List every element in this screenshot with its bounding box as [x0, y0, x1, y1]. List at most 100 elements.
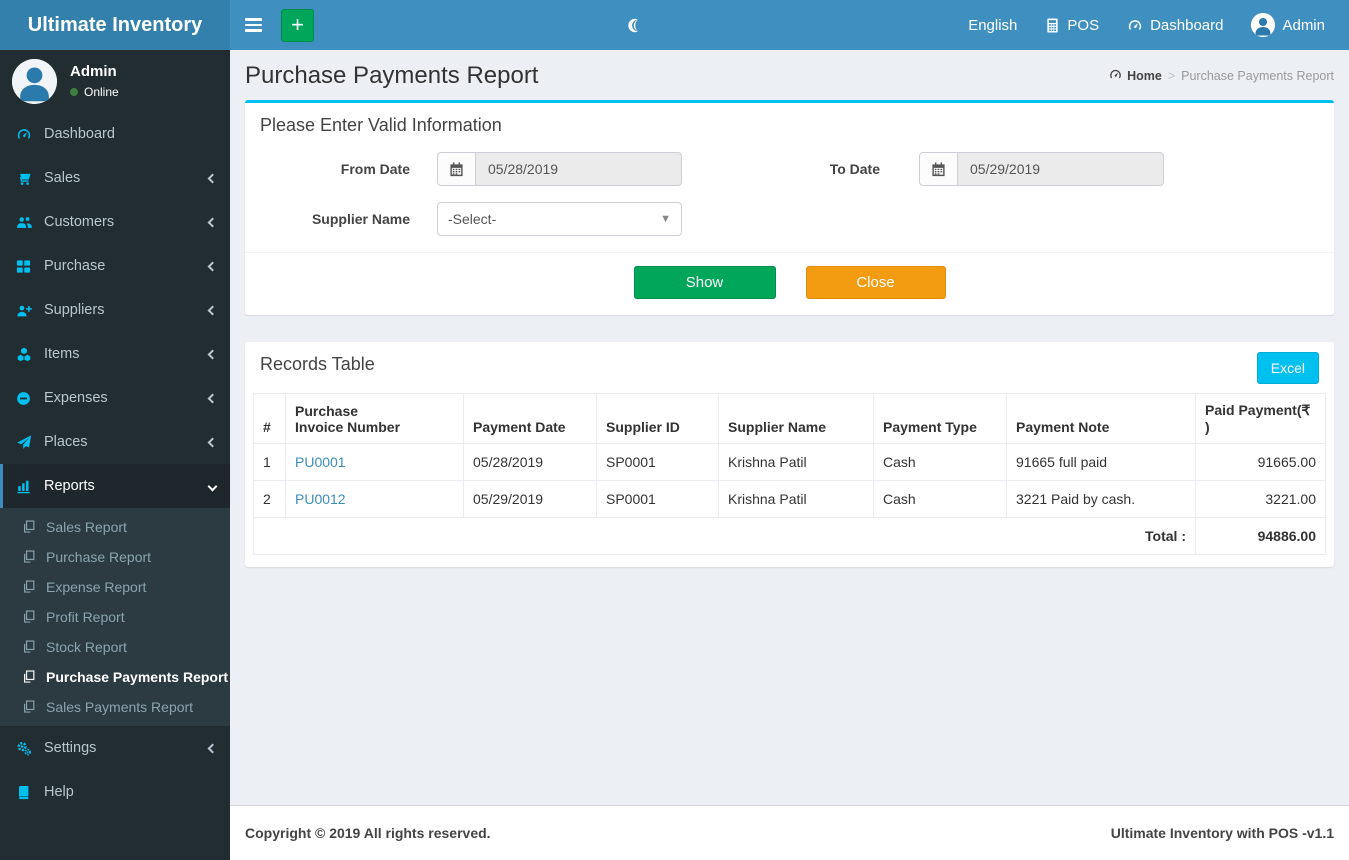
- sidebar-item-label: Items: [44, 346, 80, 362]
- from-date-input[interactable]: [475, 152, 682, 186]
- sidebar-toggle-icon[interactable]: [230, 0, 277, 50]
- breadcrumb-current: Purchase Payments Report: [1181, 69, 1334, 83]
- gauge-icon: [1127, 18, 1143, 33]
- chevron-left-icon: [207, 305, 218, 315]
- sidebar-subitem-label: Profit Report: [46, 609, 125, 625]
- sidebar-item-suppliers[interactable]: Suppliers: [0, 288, 230, 332]
- cell-payment-type: Cash: [873, 443, 1007, 481]
- nav-pos[interactable]: POS: [1031, 0, 1113, 50]
- from-date-label: From Date: [340, 161, 410, 177]
- col-header-supplier-name: Supplier Name: [718, 393, 874, 444]
- app-logo[interactable]: Ultimate Inventory: [0, 0, 230, 50]
- sidebar-item-label: Places: [44, 434, 88, 450]
- sidebar-subitem-label: Stock Report: [46, 639, 127, 655]
- sidebar-item-label: Suppliers: [44, 302, 105, 318]
- breadcrumb-home[interactable]: Home: [1109, 68, 1162, 84]
- sidebar-submenu: Sales Report Purchase Report Expense Repor…: [0, 508, 230, 726]
- sidebar: Admin Online Dashboard Sales Customers Purc…: [0, 50, 230, 860]
- supplier-select[interactable]: -Select- ▼: [437, 202, 682, 236]
- sidebar-user-status[interactable]: Online: [70, 85, 119, 99]
- copy-icon: [22, 580, 37, 594]
- records-table: # Purchase Invoice Number Payment Date Supp…: [253, 393, 1326, 555]
- navbar-right: English POS Dashboard Admin: [954, 0, 1339, 50]
- crescent-moon-icon[interactable]: [627, 17, 642, 34]
- online-dot-icon: [70, 88, 78, 96]
- footer-copyright: Copyright © 2019 All rights reserved.: [245, 825, 491, 841]
- gears-icon: [16, 741, 33, 756]
- show-button[interactable]: Show: [633, 266, 776, 299]
- bar-chart-icon: [16, 479, 33, 494]
- sidebar-subitem-expense-report[interactable]: Expense Report: [0, 572, 230, 602]
- chevron-left-icon: [207, 217, 218, 227]
- close-button[interactable]: Close: [805, 266, 946, 299]
- invoice-link[interactable]: PU0012: [295, 491, 346, 507]
- to-date-input[interactable]: [957, 152, 1164, 186]
- user-avatar-icon[interactable]: [12, 58, 57, 104]
- sidebar-menu: Dashboard Sales Customers Purchase Suppliers…: [0, 112, 230, 814]
- sidebar-subitem-stock-report[interactable]: Stock Report: [0, 632, 230, 662]
- sidebar-subitem-purchase-payments-report[interactable]: Purchase Payments Report: [0, 662, 230, 692]
- to-date-label: To Date: [829, 161, 880, 177]
- chevron-down-icon: [207, 481, 218, 491]
- sidebar-item-expenses[interactable]: Expenses: [0, 376, 230, 420]
- cell-num: 1: [253, 443, 286, 481]
- invoice-link[interactable]: PU0001: [295, 454, 346, 470]
- navbar: + English POS Dashboard Admin: [230, 0, 1349, 50]
- table-header-row: # Purchase Invoice Number Payment Date Supp…: [253, 393, 1326, 444]
- sidebar-subitem-sales-report[interactable]: Sales Report: [0, 512, 230, 542]
- sidebar-subitem-purchase-report[interactable]: Purchase Report: [0, 542, 230, 572]
- cell-paid-payment: 3221.00: [1195, 480, 1326, 518]
- sidebar-item-label: Settings: [44, 740, 97, 756]
- excel-export-button[interactable]: Excel: [1256, 352, 1319, 384]
- calendar-icon: [919, 152, 957, 186]
- sidebar-item-reports[interactable]: Reports: [0, 464, 230, 508]
- sidebar-item-label: Reports: [44, 478, 95, 494]
- quick-add-button[interactable]: +: [281, 8, 314, 42]
- sidebar-item-help[interactable]: Help: [0, 770, 230, 814]
- supplier-name-label: Supplier Name: [311, 211, 410, 227]
- sidebar-subitem-profit-report[interactable]: Profit Report: [0, 602, 230, 632]
- chevron-left-icon: [207, 349, 218, 359]
- calculator-icon: [1045, 17, 1060, 33]
- sidebar-item-sales[interactable]: Sales: [0, 156, 230, 200]
- sidebar-subitem-label: Purchase Report: [46, 549, 152, 565]
- sidebar-item-label: Expenses: [44, 390, 108, 406]
- sidebar-subitem-label: Purchase Payments Report: [46, 669, 229, 685]
- sidebar-item-dashboard[interactable]: Dashboard: [0, 112, 230, 156]
- chevron-left-icon: [207, 437, 218, 447]
- cell-invoice: PU0012: [285, 480, 464, 518]
- cubes-icon: [16, 347, 33, 362]
- sidebar-item-items[interactable]: Items: [0, 332, 230, 376]
- footer-version: Ultimate Inventory with POS -v1.1: [1110, 825, 1334, 841]
- total-label: Total :: [253, 517, 1196, 555]
- nav-language[interactable]: English: [954, 0, 1031, 50]
- records-card: Records Table Excel # Purchase Invoice Nu…: [245, 342, 1334, 567]
- cart-icon: [16, 171, 33, 186]
- sidebar-subitem-label: Sales Report: [46, 519, 127, 535]
- sidebar-item-label: Help: [44, 784, 74, 800]
- records-card-title: Records Table: [260, 354, 375, 374]
- sidebar-subitem-label: Sales Payments Report: [46, 699, 194, 715]
- sidebar-user-name: Admin: [70, 63, 117, 80]
- grid-icon: [16, 259, 33, 274]
- sidebar-subitem-sales-payments-report[interactable]: Sales Payments Report: [0, 692, 230, 722]
- cell-invoice: PU0001: [285, 443, 464, 481]
- user-avatar-icon: [1251, 13, 1276, 37]
- users-icon: [16, 215, 33, 230]
- nav-dashboard[interactable]: Dashboard: [1113, 0, 1237, 50]
- cell-num: 2: [253, 480, 286, 518]
- cell-paid-payment: 91665.00: [1195, 443, 1326, 481]
- table-row: 1 PU0001 05/28/2019 SP0001 Krishna Patil Cash…: [253, 443, 1326, 481]
- sidebar-item-purchase[interactable]: Purchase: [0, 244, 230, 288]
- page-title: Purchase Payments Report: [245, 62, 539, 89]
- sidebar-item-places[interactable]: Places: [0, 420, 230, 464]
- nav-user[interactable]: Admin: [1237, 0, 1339, 50]
- sidebar-item-settings[interactable]: Settings: [0, 726, 230, 770]
- col-header-: #: [253, 393, 286, 444]
- chevron-left-icon: [207, 743, 218, 753]
- sidebar-item-customers[interactable]: Customers: [0, 200, 230, 244]
- filter-card: Please Enter Valid Information From Date…: [245, 100, 1334, 315]
- col-header-supplier-id: Supplier ID: [596, 393, 719, 444]
- col-header-payment-type: Payment Type: [873, 393, 1007, 444]
- cell-payment-date: 05/29/2019: [463, 480, 597, 518]
